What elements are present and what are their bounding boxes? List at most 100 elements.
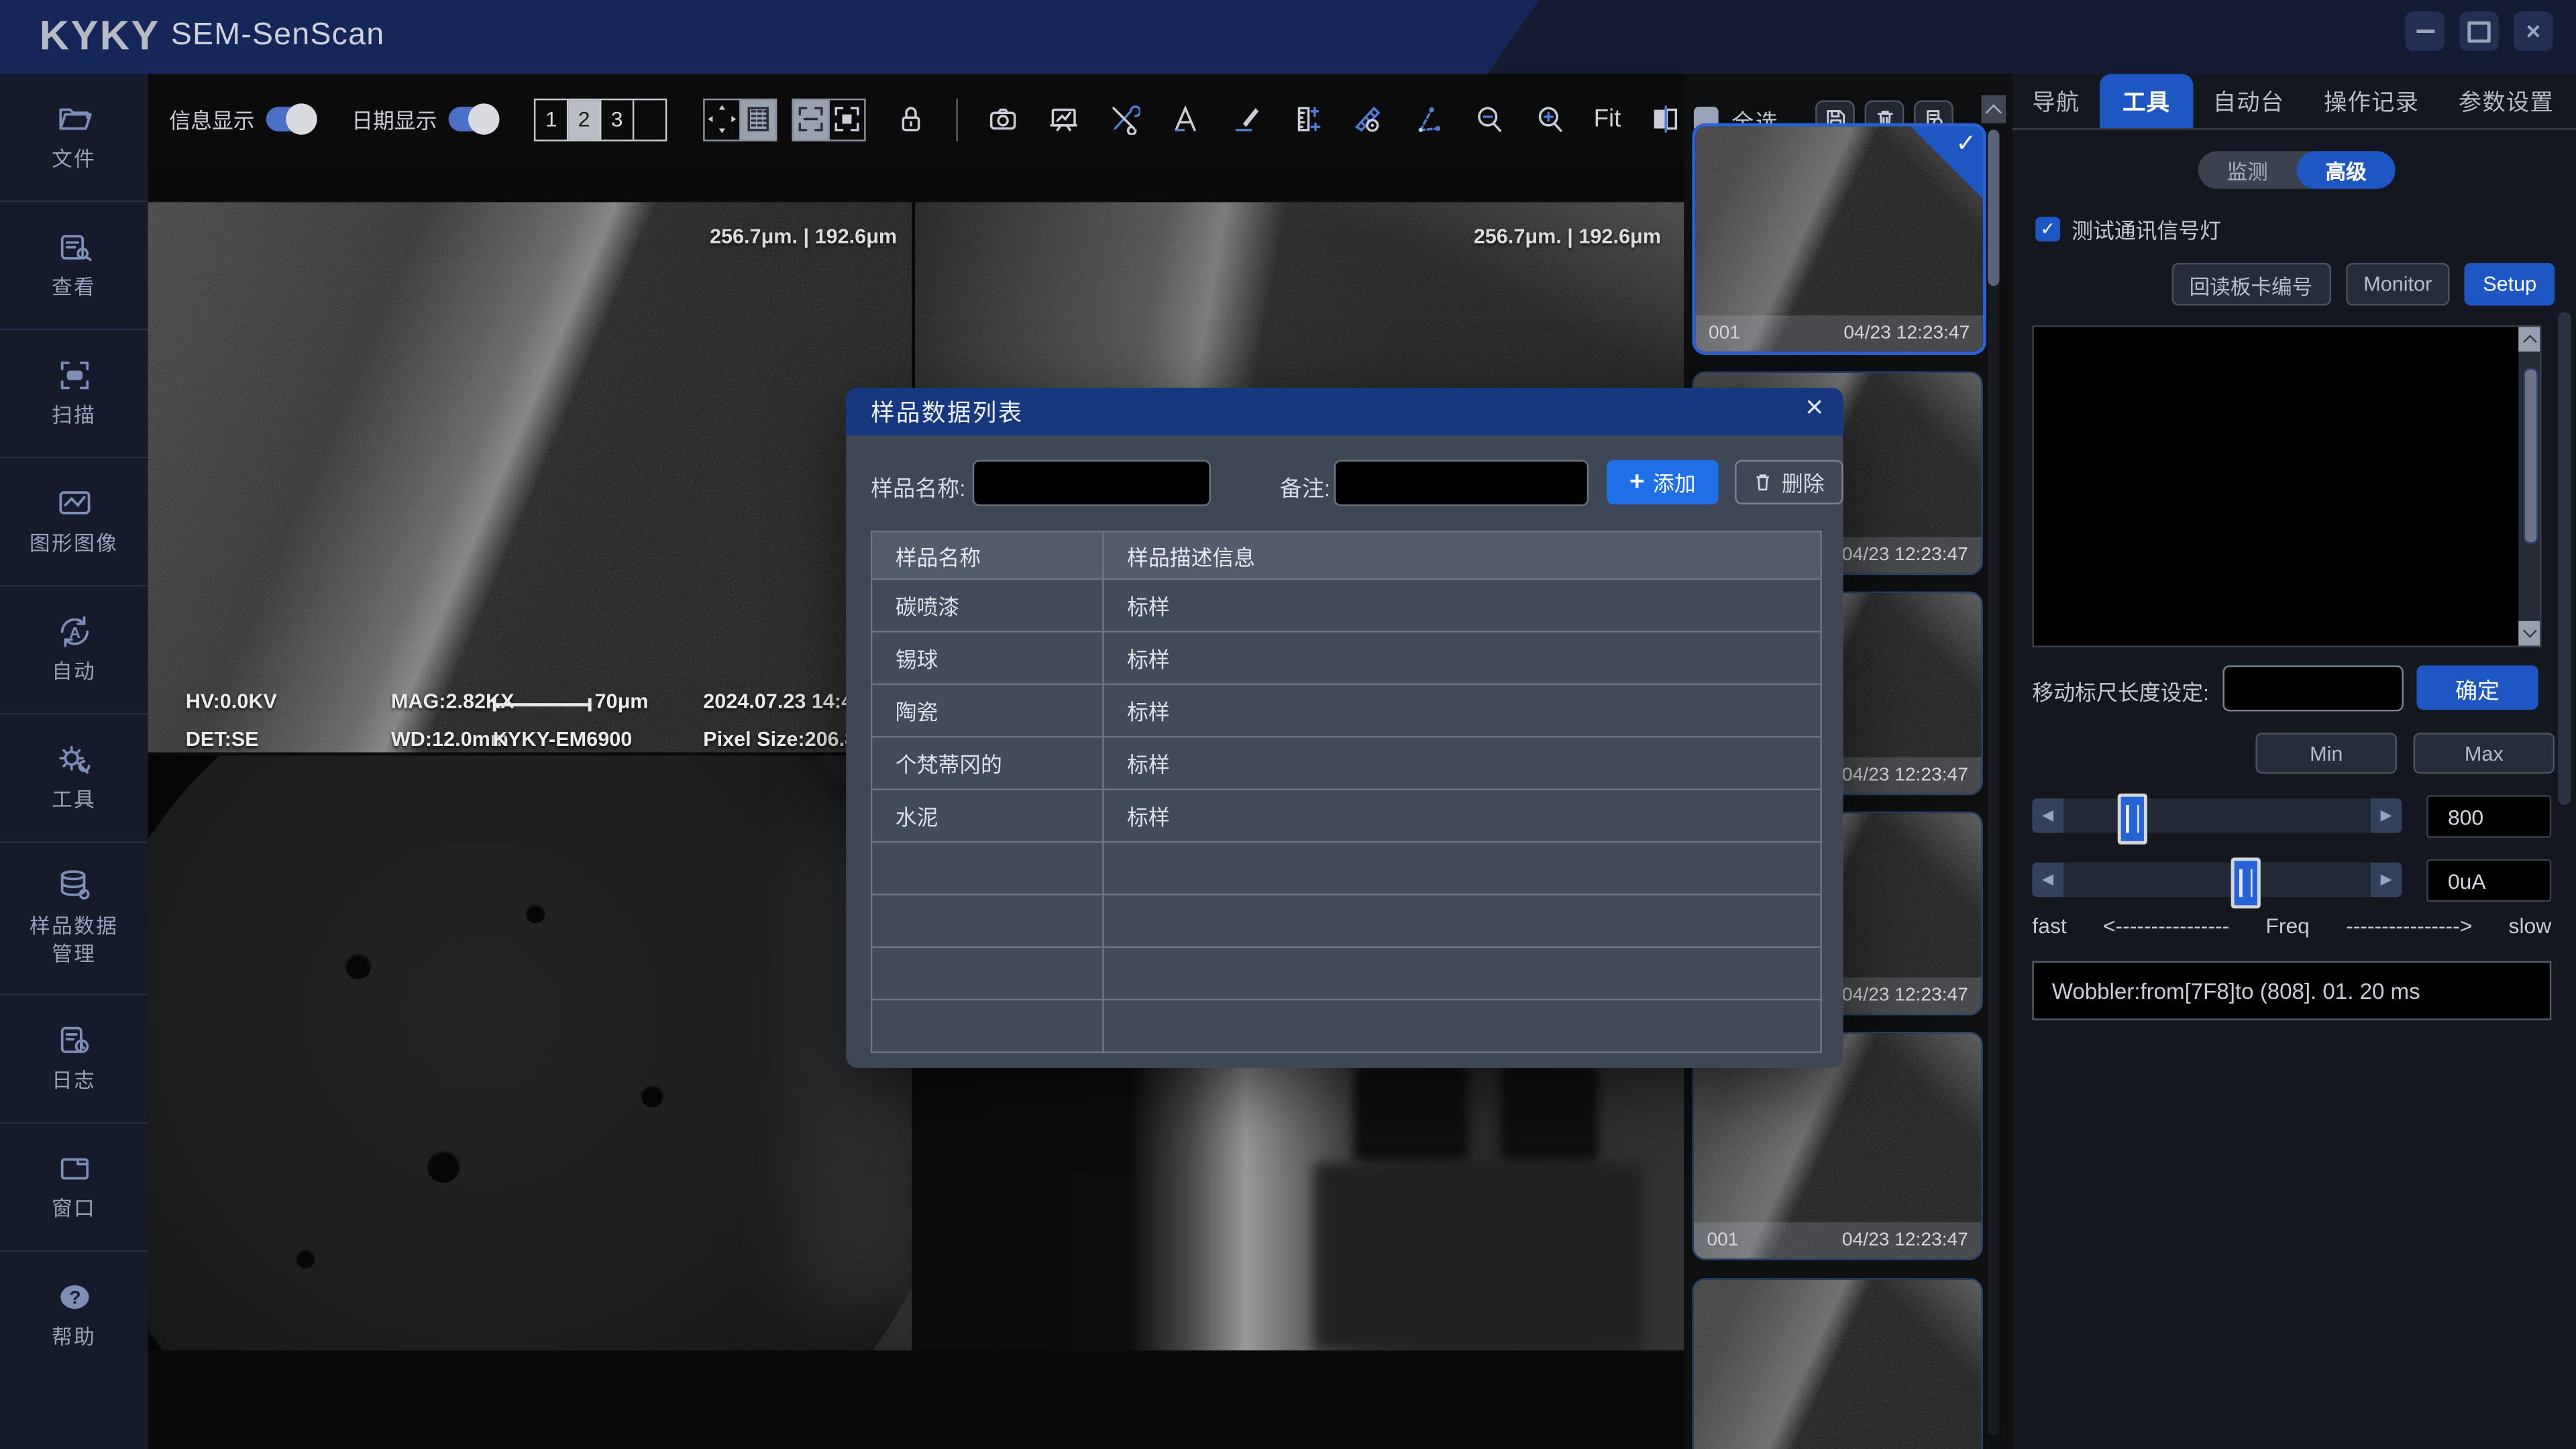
mode-monitor-option[interactable]: 监测 xyxy=(2198,151,2297,189)
text-annotation-button[interactable] xyxy=(1168,103,1201,136)
value-slider-2[interactable]: ◀ ▶ xyxy=(2032,863,2402,897)
sidebar-item-tools[interactable]: 工具 xyxy=(0,714,148,843)
ruler-text-icon xyxy=(1291,103,1322,135)
lock-button[interactable] xyxy=(894,103,926,136)
setup-button[interactable]: Setup xyxy=(2465,263,2555,306)
view-3-button[interactable]: 3 xyxy=(601,99,634,139)
image-export-button[interactable] xyxy=(1046,103,1079,136)
ruler-length-label: 移动标尺长度设定: xyxy=(2032,676,2209,707)
readback-board-button[interactable]: 回读板卡编号 xyxy=(2171,263,2331,306)
sidebar-item-graphics[interactable]: 图形图像 xyxy=(0,458,148,586)
view-4-button[interactable] xyxy=(634,99,665,139)
thumbnail-timestamp: 04/23 12:23:47 xyxy=(1842,1230,1968,1250)
sidebar-item-help[interactable]: ? 帮助 xyxy=(0,1252,148,1379)
sidebar-item-view[interactable]: 查看 xyxy=(0,202,148,330)
slider-2-value[interactable]: 0uA xyxy=(2426,859,2551,902)
slider-1-value[interactable]: 800 xyxy=(2426,795,2551,838)
table-row[interactable]: 碳喷漆 标样 xyxy=(872,580,1820,632)
cell-name: 碳喷漆 xyxy=(872,580,1104,631)
sem-image-primary[interactable]: 256.7μm. | 192.6μm HV:0.0KV MAG:2.82KX 7… xyxy=(148,202,912,752)
tab-auto-stage[interactable]: 自动台 xyxy=(2193,74,2304,128)
zoom-out-button[interactable] xyxy=(1472,103,1505,136)
capture-button[interactable] xyxy=(985,103,1018,136)
table-row-empty[interactable] xyxy=(872,948,1820,1000)
tools-button[interactable] xyxy=(1108,103,1140,136)
monitor-scroll-up[interactable] xyxy=(2518,327,2540,352)
split-view-button[interactable] xyxy=(1649,103,1682,136)
monitor-output-area[interactable] xyxy=(2032,325,2541,647)
tab-tools[interactable]: 工具 xyxy=(2100,74,2194,128)
table-row[interactable]: 水泥 标样 xyxy=(872,790,1820,843)
sidebar-item-scan[interactable]: 扫描 xyxy=(0,330,148,458)
dither-grid-button[interactable] xyxy=(741,99,775,139)
protractor-button[interactable] xyxy=(1350,103,1383,136)
frame-square-button[interactable] xyxy=(830,99,864,139)
info-display-toggle[interactable] xyxy=(266,107,315,131)
thumbnail-scrollbar-thumb[interactable] xyxy=(1988,129,1999,286)
angle-measure-button[interactable] xyxy=(1411,103,1444,136)
date-display-toggle[interactable] xyxy=(449,107,498,131)
add-sample-button[interactable]: + 添加 xyxy=(1607,460,1719,504)
maximize-icon xyxy=(2467,21,2490,42)
monitor-scroll-thumb[interactable] xyxy=(2524,368,2538,544)
slider-decrement[interactable]: ◀ xyxy=(2032,863,2063,897)
fit-button[interactable]: Fit xyxy=(1594,105,1621,133)
mode-advanced-option[interactable]: 高级 xyxy=(2297,151,2396,189)
monitor-button[interactable]: Monitor xyxy=(2345,263,2450,306)
thumbnail-6[interactable] xyxy=(1692,1278,1982,1449)
grid-icon xyxy=(743,103,774,135)
maximize-button[interactable] xyxy=(2459,11,2499,51)
max-button[interactable]: Max xyxy=(2414,733,2555,773)
sidebar-item-file[interactable]: 文件 xyxy=(0,74,148,202)
dialog-titlebar[interactable]: 样品数据列表 × xyxy=(846,388,1843,435)
frame-line-button[interactable] xyxy=(794,99,830,139)
sidebar-item-log[interactable]: 日志 xyxy=(0,996,148,1124)
view-1-button[interactable]: 1 xyxy=(535,99,568,139)
slider-increment[interactable]: ▶ xyxy=(2371,863,2402,897)
sample-name-input[interactable] xyxy=(973,460,1211,506)
close-button[interactable]: × xyxy=(2514,11,2553,51)
tab-parameters[interactable]: 参数设置 xyxy=(2439,74,2574,128)
expand-view-button[interactable] xyxy=(705,99,741,139)
sidebar-item-auto[interactable]: A 自动 xyxy=(0,586,148,714)
slider-increment[interactable]: ▶ xyxy=(2371,798,2402,833)
dialog-close-button[interactable]: × xyxy=(1805,391,1823,427)
zoom-in-button[interactable] xyxy=(1533,103,1566,136)
delete-sample-button[interactable]: 删除 xyxy=(1735,460,1843,504)
cell-name: 个梵蒂冈的 xyxy=(872,738,1104,789)
min-button[interactable]: Min xyxy=(2255,733,2397,773)
thumbnail-1[interactable]: ✓ 001 04/23 12:23:47 xyxy=(1692,123,1986,355)
signal-test-checkbox[interactable]: ✓ xyxy=(2035,217,2060,241)
value-slider-1[interactable]: ◀ ▶ xyxy=(2032,798,2402,833)
confirm-button[interactable]: 确定 xyxy=(2416,665,2538,710)
zoom-out-icon xyxy=(1473,103,1505,135)
view-2-button[interactable]: 2 xyxy=(568,99,601,139)
tab-operation-log[interactable]: 操作记录 xyxy=(2304,74,2439,128)
tab-navigation[interactable]: 导航 xyxy=(2012,74,2100,128)
minimize-button[interactable] xyxy=(2405,11,2445,51)
table-row[interactable]: 陶瓷 标样 xyxy=(872,685,1820,737)
sidebar-item-window[interactable]: 窗口 xyxy=(0,1124,148,1252)
table-row-empty[interactable] xyxy=(872,896,1820,948)
table-row[interactable]: 锡球 标样 xyxy=(872,633,1820,685)
info-display-label: 信息显示 xyxy=(169,103,254,135)
marker-button[interactable] xyxy=(1229,103,1262,136)
thumbnail-scroll-up[interactable] xyxy=(1981,95,2006,123)
slider-handle[interactable] xyxy=(2118,794,2147,845)
slider-handle[interactable] xyxy=(2231,857,2261,908)
table-row-empty[interactable] xyxy=(872,843,1820,895)
ruler-measure-button[interactable] xyxy=(1290,103,1323,136)
monitor-scroll-down[interactable] xyxy=(2518,621,2540,646)
chamber-camera-view[interactable] xyxy=(148,756,912,1351)
thumbnail-scrollbar-track[interactable] xyxy=(1988,129,1999,1436)
remark-input[interactable] xyxy=(1334,460,1589,506)
stage-camera-view[interactable] xyxy=(915,1065,1684,1350)
ruler-length-input[interactable] xyxy=(2222,665,2403,712)
angle-icon xyxy=(1412,103,1444,135)
sidebar-item-sample-data[interactable]: 样品数据管理 xyxy=(0,843,148,996)
table-row[interactable]: 个梵蒂冈的 标样 xyxy=(872,738,1820,790)
panel-scrollbar-thumb[interactable] xyxy=(2558,312,2571,805)
table-row-empty[interactable] xyxy=(872,1000,1820,1053)
wobbler-status: Wobbler:from[7F8]to (808]. 01. 20 ms xyxy=(2032,961,2551,1020)
slider-decrement[interactable]: ◀ xyxy=(2032,798,2063,833)
